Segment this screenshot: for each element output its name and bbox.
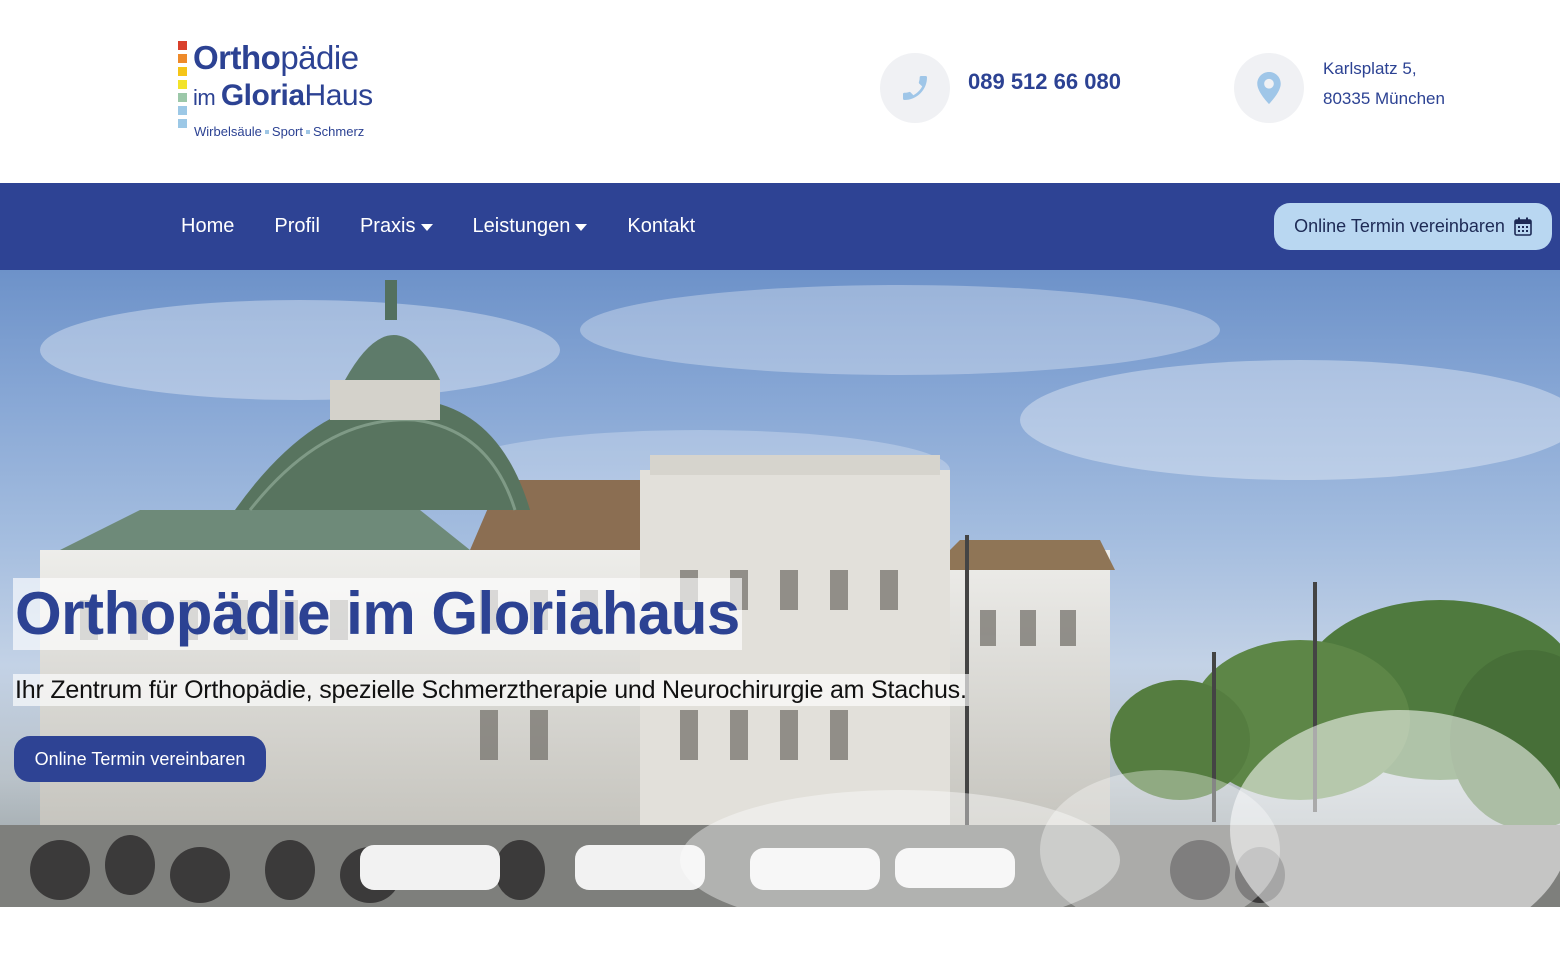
logo-color-bars: [178, 41, 188, 132]
logo-text-line2: im GloriaHaus: [193, 79, 373, 112]
phone-icon[interactable]: [880, 53, 950, 123]
nav-item-home[interactable]: Home: [181, 215, 234, 238]
nav-item-profil[interactable]: Profil: [274, 215, 320, 238]
phone-number[interactable]: 089 512 66 080: [968, 69, 1121, 95]
address-line1: Karlsplatz 5,: [1323, 59, 1417, 78]
address-line2: 80335 München: [1323, 89, 1445, 108]
logo-tagline: Wirbelsäule Sport Schmerz: [194, 124, 365, 139]
nav-menu: Home Profil Praxis Leistungen Kontakt: [181, 183, 735, 270]
logo-text-line1: Orthopädie: [193, 39, 359, 76]
caret-down-icon: [420, 223, 433, 231]
site-header: Orthopädie im GloriaHaus Wirbelsäule Spor…: [0, 0, 1560, 183]
nav-item-kontakt[interactable]: Kontakt: [627, 215, 695, 238]
hero-banner: Orthopädie im Gloriahaus Ihr Zentrum für…: [0, 270, 1560, 907]
online-appointment-button[interactable]: Online Termin vereinbaren: [1274, 203, 1552, 250]
caret-down-icon: [575, 223, 588, 231]
nav-item-leistungen[interactable]: Leistungen: [473, 215, 588, 238]
logo[interactable]: Orthopädie im GloriaHaus Wirbelsäule Spor…: [178, 38, 388, 148]
hero-appointment-button[interactable]: Online Termin vereinbaren: [14, 736, 266, 782]
online-appointment-label: Online Termin vereinbaren: [1294, 216, 1505, 236]
nav-item-praxis[interactable]: Praxis: [360, 215, 433, 238]
address: Karlsplatz 5, 80335 München: [1323, 54, 1445, 114]
map-marker-icon[interactable]: [1234, 53, 1304, 123]
calendar-icon: [1514, 217, 1532, 236]
hero-title: Orthopädie im Gloriahaus: [13, 578, 742, 650]
hero-subtitle: Ihr Zentrum für Orthopädie, spezielle Sc…: [13, 674, 969, 706]
